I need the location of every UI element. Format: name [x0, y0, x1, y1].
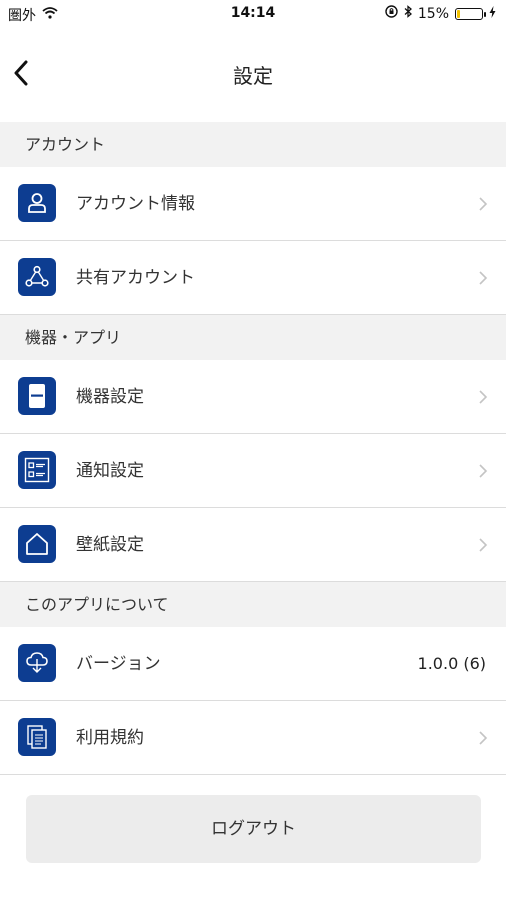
- row-label: 壁紙設定: [76, 535, 144, 555]
- document-icon: [18, 718, 56, 756]
- cloud-icon: [18, 644, 56, 682]
- status-bar: 圏外 14:14 15%: [0, 0, 506, 28]
- logout-button[interactable]: ログアウト: [26, 795, 481, 863]
- rotation-lock-icon: [385, 5, 398, 22]
- chevron-right-icon: [479, 538, 488, 552]
- notification-list-icon: [18, 451, 56, 489]
- status-right: 15%: [385, 5, 496, 22]
- row-device-settings[interactable]: 機器設定: [0, 360, 506, 434]
- row-label: アカウント情報: [76, 194, 195, 214]
- row-notification-settings[interactable]: 通知設定: [0, 434, 506, 508]
- chevron-right-icon: [479, 271, 488, 285]
- nav-bar: 設定: [0, 28, 506, 122]
- battery-fill: [457, 9, 460, 18]
- chevron-right-icon: [479, 464, 488, 478]
- row-terms[interactable]: 利用規約: [0, 701, 506, 775]
- charging-icon: [489, 5, 496, 22]
- row-label: 通知設定: [76, 461, 144, 481]
- person-icon: [18, 184, 56, 222]
- chevron-right-icon: [479, 390, 488, 404]
- row-label: 機器設定: [76, 387, 144, 407]
- row-version: バージョン 1.0.0 (6): [0, 627, 506, 701]
- row-wallpaper-settings[interactable]: 壁紙設定: [0, 508, 506, 582]
- row-label: 利用規約: [76, 728, 144, 748]
- section-header-account: アカウント: [0, 122, 506, 167]
- chevron-right-icon: [479, 731, 488, 745]
- page-title: 設定: [233, 64, 273, 88]
- row-shared-account[interactable]: 共有アカウント: [0, 241, 506, 315]
- section-header-about: このアプリについて: [0, 582, 506, 627]
- row-label: バージョン: [76, 654, 161, 674]
- device-icon: [18, 377, 56, 415]
- row-label: 共有アカウント: [76, 268, 195, 288]
- row-account-info[interactable]: アカウント情報: [0, 167, 506, 241]
- battery-percent: 15%: [417, 5, 449, 22]
- version-value: 1.0.0 (6): [417, 654, 486, 673]
- battery-icon: [455, 7, 486, 20]
- shared-account-icon: [18, 258, 56, 296]
- home-icon: [18, 525, 56, 563]
- section-header-devices: 機器・アプリ: [0, 315, 506, 360]
- bluetooth-icon: [404, 5, 412, 22]
- chevron-right-icon: [479, 197, 488, 211]
